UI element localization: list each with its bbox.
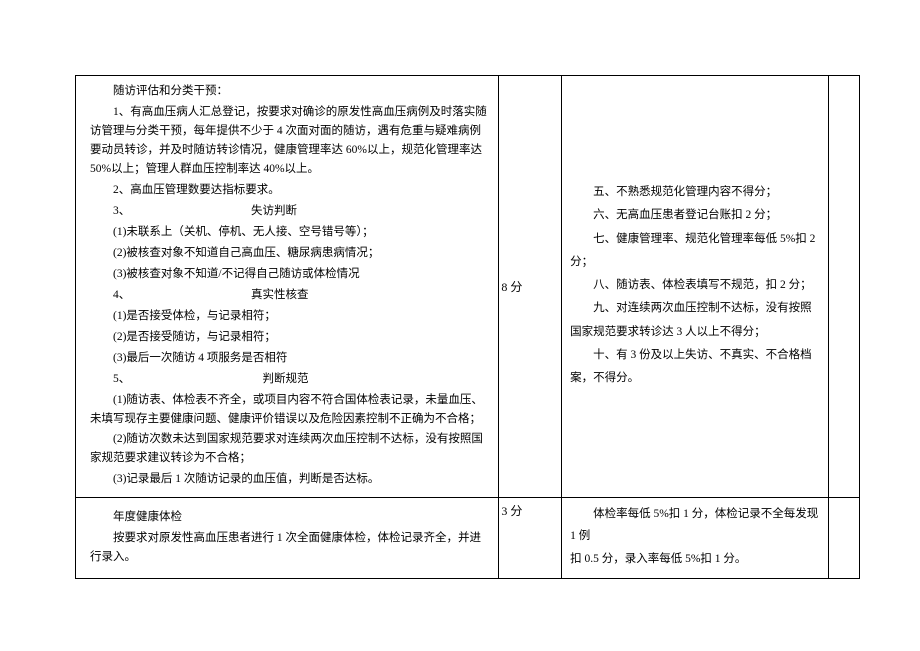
rule-cont: 分；	[570, 252, 820, 273]
rule-cont: 扣 0.5 分，录入率每低 5%扣 1 分。	[570, 549, 820, 570]
para: 1、有高血压病人汇总登记，按要求对确诊的原发性高血压病例及时落实随访管理与分类干…	[90, 103, 488, 179]
rule: 五、不熟悉规范化管理内容不得分；	[570, 182, 820, 203]
para: (1)未联系上（关机、停机、无人接、空号错号等）；	[90, 223, 488, 242]
deduction-cell: 体检率每低 5%扣 1 分，体检记录不全每发现 1 例 扣 0.5 分，录入率每…	[562, 498, 829, 579]
para: (3)记录最后 1 次随访记录的血压值，判断是否达标。	[90, 470, 488, 489]
para: (2)是否接受随访，与记录相符；	[90, 328, 488, 347]
para: (3)被核查对象不知道/不记得自己随访或体检情况	[90, 265, 488, 284]
para: (1)是否接受体检，与记录相符；	[90, 307, 488, 326]
para: 4、 真实性核查	[90, 286, 488, 305]
rule: 体检率每低 5%扣 1 分，体检记录不全每发现 1 例	[570, 504, 820, 547]
score-cell: 8 分	[499, 76, 562, 498]
section-title: 随访评估和分类干预：	[90, 82, 488, 101]
score-value: 8 分	[499, 274, 561, 299]
criteria-cell: 年度健康体检 按要求对原发性高血压患者进行 1 次全面健康体检，体检记录齐全，并…	[76, 498, 499, 579]
section-title: 年度健康体检	[90, 508, 488, 527]
rule: 九、对连续两次血压控制不达标，没有按照	[570, 298, 820, 319]
para: 2、高血压管理数要达指标要求。	[90, 181, 488, 200]
table-row: 年度健康体检 按要求对原发性高血压患者进行 1 次全面健康体检，体检记录齐全，并…	[76, 498, 860, 579]
para: 3、 失访判断	[90, 202, 488, 221]
score-cell: 3 分	[499, 498, 562, 579]
rule: 七、健康管理率、规范化管理率每低 5%扣 2	[570, 229, 820, 250]
deduction-cell: 五、不熟悉规范化管理内容不得分； 六、无高血压患者登记台账扣 2 分； 七、健康…	[562, 76, 829, 498]
empty-cell	[828, 76, 859, 498]
para: (3)最后一次随访 4 项服务是否相符	[90, 349, 488, 368]
score-value: 3 分	[499, 498, 561, 523]
assessment-table: 随访评估和分类干预： 1、有高血压病人汇总登记，按要求对确诊的原发性高血压病例及…	[75, 75, 860, 579]
para: (2)被核查对象不知道自己高血压、糖尿病患病情况；	[90, 244, 488, 263]
para: (2)随访次数未达到国家规范要求对连续两次血压控制不达标，没有按照国家规范要求建…	[90, 430, 488, 468]
para: 5、 判断规范	[90, 370, 488, 389]
rule-cont: 案，不得分。	[570, 368, 820, 389]
para: 按要求对原发性高血压患者进行 1 次全面健康体检，体检记录齐全，并进行录入。	[90, 529, 488, 567]
para: (1)随访表、体检表不齐全，或项目内容不符合国体检表记录，未量血压、未填写现存主…	[90, 391, 488, 429]
table-row: 随访评估和分类干预： 1、有高血压病人汇总登记，按要求对确诊的原发性高血压病例及…	[76, 76, 860, 498]
rule: 八、随访表、体检表填写不规范，扣 2 分；	[570, 275, 820, 296]
rule: 六、无高血压患者登记台账扣 2 分；	[570, 205, 820, 226]
rule: 十、有 3 份及以上失访、不真实、不合格档	[570, 345, 820, 366]
rule-cont: 国家规范要求转诊达 3 人以上不得分；	[570, 322, 820, 343]
empty-cell	[828, 498, 859, 579]
criteria-cell: 随访评估和分类干预： 1、有高血压病人汇总登记，按要求对确诊的原发性高血压病例及…	[76, 76, 499, 498]
